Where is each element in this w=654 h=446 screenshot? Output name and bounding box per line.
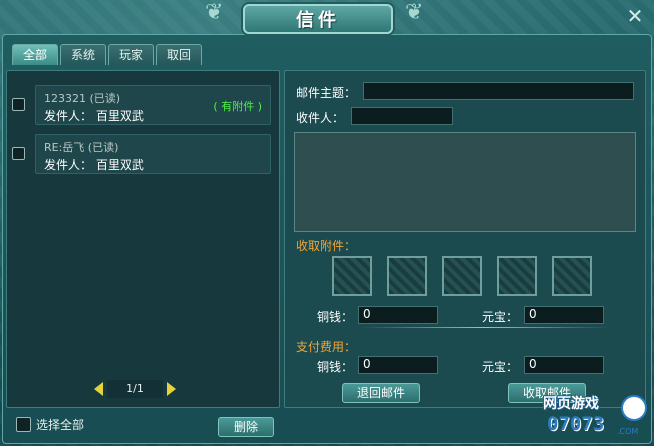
attachment-slot[interactable]: [332, 256, 372, 296]
close-icon[interactable]: ✕: [624, 5, 646, 27]
tab-player[interactable]: 玩家: [108, 44, 154, 65]
subject-field[interactable]: [363, 82, 634, 100]
title-ornament-right-icon: ❦: [405, 0, 424, 25]
subject-label: 邮件主题：: [296, 86, 357, 100]
mail-sender: 发件人： 百里双武: [44, 158, 144, 172]
copper-label: 铜钱：: [317, 310, 354, 324]
page-indicator: 1/1: [107, 380, 163, 398]
tab-retrieve[interactable]: 取回: [156, 44, 202, 65]
mail-select-checkbox[interactable]: [12, 147, 25, 160]
tab-system[interactable]: 系统: [60, 44, 106, 65]
copper-value: 0: [363, 307, 371, 321]
recipient-value: [351, 107, 356, 125]
pay-ingot-label: 元宝：: [482, 360, 519, 374]
tab-all[interactable]: 全部: [12, 44, 58, 65]
mail-subject: 123321 (已读): [44, 92, 121, 105]
select-all-checkbox[interactable]: [16, 417, 31, 432]
mail-subject: RE:岳飞 (已读): [44, 141, 119, 154]
attachments-label: 收取附件：: [296, 239, 357, 253]
window-title: 信件: [296, 10, 340, 31]
ingot-value: 0: [529, 307, 537, 321]
mail-list-panel: 123321 (已读) 发件人： 百里双武 ( 有附件 ) RE:岳飞 (已读)…: [6, 70, 280, 408]
mascot-icon: [621, 395, 647, 421]
recipient-field[interactable]: [351, 107, 453, 125]
mail-card[interactable]: RE:岳飞 (已读) 发件人： 百里双武: [35, 134, 271, 174]
mail-body-box[interactable]: [294, 132, 636, 232]
mail-sender: 发件人： 百里双武: [44, 109, 144, 123]
section-divider: [360, 327, 610, 328]
return-mail-button[interactable]: 退回邮件: [342, 383, 420, 403]
mail-attachment-flag: ( 有附件 ): [213, 100, 262, 113]
mail-list-item: 123321 (已读) 发件人： 百里双武 ( 有附件 ): [7, 83, 281, 127]
mail-list-item: RE:岳飞 (已读) 发件人： 百里双武: [7, 132, 281, 176]
pay-copper-label: 铜钱：: [317, 360, 354, 374]
ingot-label: 元宝：: [482, 310, 519, 324]
window-title-plate: 信件: [243, 4, 393, 34]
mail-card[interactable]: 123321 (已读) 发件人： 百里双武 ( 有附件 ): [35, 85, 271, 125]
pagination: 1/1: [94, 380, 176, 398]
next-page-arrow-icon[interactable]: [167, 382, 176, 396]
payment-label: 支付费用：: [296, 340, 357, 354]
attachment-slot[interactable]: [497, 256, 537, 296]
attachment-slot[interactable]: [552, 256, 592, 296]
mail-select-checkbox[interactable]: [12, 98, 25, 111]
title-ornament-left-icon: ❦: [205, 0, 224, 25]
attachment-slot[interactable]: [387, 256, 427, 296]
pay-ingot-value: 0: [529, 357, 537, 371]
select-all[interactable]: 选择全部: [16, 416, 84, 433]
pay-copper-value: 0: [363, 357, 371, 371]
mail-tabs: 全部 系统 玩家 取回: [12, 44, 202, 65]
site-watermark-logo: 网页游戏 07073 .COM: [543, 393, 651, 443]
select-all-label: 选择全部: [36, 418, 85, 432]
subject-value: [363, 82, 368, 100]
watermark-top-text: 网页游戏: [543, 396, 599, 412]
watermark-suffix: .COM: [617, 427, 639, 436]
recipient-label: 收件人：: [296, 111, 345, 125]
prev-page-arrow-icon[interactable]: [94, 382, 103, 396]
attachment-slot[interactable]: [442, 256, 482, 296]
delete-button[interactable]: 删除: [218, 417, 274, 437]
watermark-bottom-text: 07073: [547, 413, 605, 435]
